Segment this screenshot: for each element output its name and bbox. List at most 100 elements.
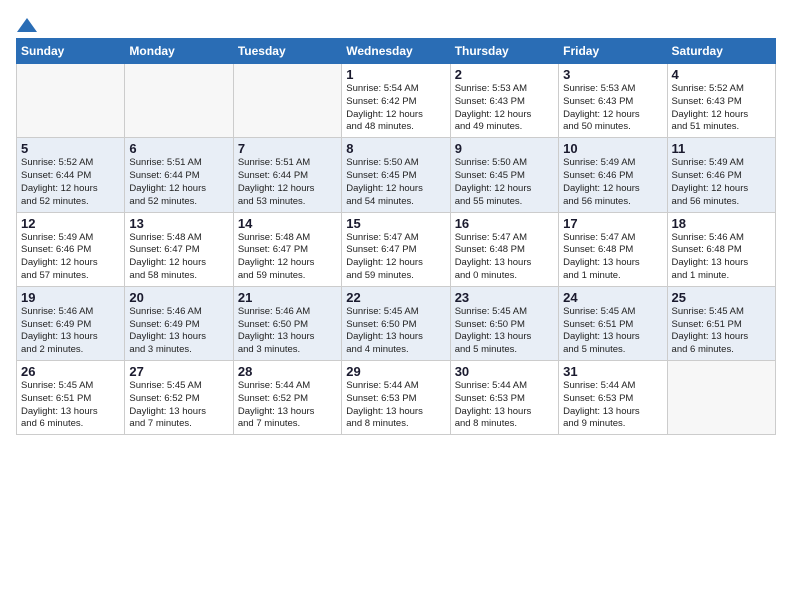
day-detail: Sunrise: 5:53 AMSunset: 6:43 PMDaylight:… <box>455 83 554 134</box>
day-number: 17 <box>563 216 662 231</box>
day-detail: Sunrise: 5:51 AMSunset: 6:44 PMDaylight:… <box>238 157 337 208</box>
day-number: 14 <box>238 216 337 231</box>
day-detail: Sunrise: 5:45 AMSunset: 6:51 PMDaylight:… <box>563 306 662 357</box>
day-number: 19 <box>21 290 120 305</box>
calendar-week-row: 26Sunrise: 5:45 AMSunset: 6:51 PMDayligh… <box>17 361 776 435</box>
day-detail: Sunrise: 5:52 AMSunset: 6:43 PMDaylight:… <box>672 83 771 134</box>
day-number: 31 <box>563 364 662 379</box>
calendar-cell: 24Sunrise: 5:45 AMSunset: 6:51 PMDayligh… <box>559 286 667 360</box>
calendar-cell: 20Sunrise: 5:46 AMSunset: 6:49 PMDayligh… <box>125 286 233 360</box>
day-number: 24 <box>563 290 662 305</box>
day-detail: Sunrise: 5:46 AMSunset: 6:49 PMDaylight:… <box>129 306 228 357</box>
day-number: 30 <box>455 364 554 379</box>
calendar-cell: 15Sunrise: 5:47 AMSunset: 6:47 PMDayligh… <box>342 212 450 286</box>
day-number: 13 <box>129 216 228 231</box>
calendar-week-row: 19Sunrise: 5:46 AMSunset: 6:49 PMDayligh… <box>17 286 776 360</box>
day-number: 16 <box>455 216 554 231</box>
calendar-cell: 30Sunrise: 5:44 AMSunset: 6:53 PMDayligh… <box>450 361 558 435</box>
calendar-cell: 26Sunrise: 5:45 AMSunset: 6:51 PMDayligh… <box>17 361 125 435</box>
day-detail: Sunrise: 5:46 AMSunset: 6:50 PMDaylight:… <box>238 306 337 357</box>
calendar-cell: 27Sunrise: 5:45 AMSunset: 6:52 PMDayligh… <box>125 361 233 435</box>
calendar-cell <box>233 64 341 138</box>
calendar-cell: 4Sunrise: 5:52 AMSunset: 6:43 PMDaylight… <box>667 64 775 138</box>
day-number: 21 <box>238 290 337 305</box>
calendar-cell <box>667 361 775 435</box>
calendar-cell: 31Sunrise: 5:44 AMSunset: 6:53 PMDayligh… <box>559 361 667 435</box>
logo <box>16 16 37 30</box>
weekday-header-friday: Friday <box>559 39 667 64</box>
day-detail: Sunrise: 5:47 AMSunset: 6:48 PMDaylight:… <box>455 232 554 283</box>
day-detail: Sunrise: 5:44 AMSunset: 6:53 PMDaylight:… <box>455 380 554 431</box>
day-number: 2 <box>455 67 554 82</box>
calendar-cell: 7Sunrise: 5:51 AMSunset: 6:44 PMDaylight… <box>233 138 341 212</box>
day-number: 1 <box>346 67 445 82</box>
day-detail: Sunrise: 5:51 AMSunset: 6:44 PMDaylight:… <box>129 157 228 208</box>
page: SundayMondayTuesdayWednesdayThursdayFrid… <box>0 0 792 612</box>
calendar-cell: 23Sunrise: 5:45 AMSunset: 6:50 PMDayligh… <box>450 286 558 360</box>
weekday-header-row: SundayMondayTuesdayWednesdayThursdayFrid… <box>17 39 776 64</box>
calendar-cell: 5Sunrise: 5:52 AMSunset: 6:44 PMDaylight… <box>17 138 125 212</box>
day-number: 15 <box>346 216 445 231</box>
day-detail: Sunrise: 5:48 AMSunset: 6:47 PMDaylight:… <box>129 232 228 283</box>
day-number: 4 <box>672 67 771 82</box>
day-detail: Sunrise: 5:46 AMSunset: 6:48 PMDaylight:… <box>672 232 771 283</box>
calendar-cell: 9Sunrise: 5:50 AMSunset: 6:45 PMDaylight… <box>450 138 558 212</box>
day-number: 25 <box>672 290 771 305</box>
day-detail: Sunrise: 5:44 AMSunset: 6:52 PMDaylight:… <box>238 380 337 431</box>
calendar-cell: 21Sunrise: 5:46 AMSunset: 6:50 PMDayligh… <box>233 286 341 360</box>
day-number: 26 <box>21 364 120 379</box>
weekday-header-sunday: Sunday <box>17 39 125 64</box>
calendar-cell: 18Sunrise: 5:46 AMSunset: 6:48 PMDayligh… <box>667 212 775 286</box>
day-number: 10 <box>563 141 662 156</box>
calendar-cell: 10Sunrise: 5:49 AMSunset: 6:46 PMDayligh… <box>559 138 667 212</box>
day-detail: Sunrise: 5:44 AMSunset: 6:53 PMDaylight:… <box>346 380 445 431</box>
day-detail: Sunrise: 5:45 AMSunset: 6:51 PMDaylight:… <box>21 380 120 431</box>
day-number: 22 <box>346 290 445 305</box>
day-number: 27 <box>129 364 228 379</box>
day-number: 18 <box>672 216 771 231</box>
day-number: 12 <box>21 216 120 231</box>
day-detail: Sunrise: 5:46 AMSunset: 6:49 PMDaylight:… <box>21 306 120 357</box>
calendar-cell: 17Sunrise: 5:47 AMSunset: 6:48 PMDayligh… <box>559 212 667 286</box>
calendar-cell: 14Sunrise: 5:48 AMSunset: 6:47 PMDayligh… <box>233 212 341 286</box>
day-number: 28 <box>238 364 337 379</box>
day-detail: Sunrise: 5:48 AMSunset: 6:47 PMDaylight:… <box>238 232 337 283</box>
calendar-week-row: 12Sunrise: 5:49 AMSunset: 6:46 PMDayligh… <box>17 212 776 286</box>
day-detail: Sunrise: 5:50 AMSunset: 6:45 PMDaylight:… <box>346 157 445 208</box>
day-detail: Sunrise: 5:47 AMSunset: 6:47 PMDaylight:… <box>346 232 445 283</box>
calendar-cell: 16Sunrise: 5:47 AMSunset: 6:48 PMDayligh… <box>450 212 558 286</box>
day-detail: Sunrise: 5:50 AMSunset: 6:45 PMDaylight:… <box>455 157 554 208</box>
weekday-header-monday: Monday <box>125 39 233 64</box>
calendar-cell: 19Sunrise: 5:46 AMSunset: 6:49 PMDayligh… <box>17 286 125 360</box>
logo-icon <box>17 16 37 34</box>
calendar-cell: 1Sunrise: 5:54 AMSunset: 6:42 PMDaylight… <box>342 64 450 138</box>
day-detail: Sunrise: 5:49 AMSunset: 6:46 PMDaylight:… <box>563 157 662 208</box>
day-number: 3 <box>563 67 662 82</box>
header <box>16 16 776 30</box>
calendar-cell: 11Sunrise: 5:49 AMSunset: 6:46 PMDayligh… <box>667 138 775 212</box>
calendar-cell <box>125 64 233 138</box>
calendar-week-row: 1Sunrise: 5:54 AMSunset: 6:42 PMDaylight… <box>17 64 776 138</box>
calendar-cell: 8Sunrise: 5:50 AMSunset: 6:45 PMDaylight… <box>342 138 450 212</box>
day-number: 11 <box>672 141 771 156</box>
calendar-week-row: 5Sunrise: 5:52 AMSunset: 6:44 PMDaylight… <box>17 138 776 212</box>
calendar-cell: 2Sunrise: 5:53 AMSunset: 6:43 PMDaylight… <box>450 64 558 138</box>
day-number: 23 <box>455 290 554 305</box>
day-detail: Sunrise: 5:45 AMSunset: 6:52 PMDaylight:… <box>129 380 228 431</box>
logo-block <box>16 16 37 34</box>
day-number: 5 <box>21 141 120 156</box>
day-detail: Sunrise: 5:45 AMSunset: 6:50 PMDaylight:… <box>346 306 445 357</box>
day-number: 20 <box>129 290 228 305</box>
weekday-header-wednesday: Wednesday <box>342 39 450 64</box>
day-detail: Sunrise: 5:49 AMSunset: 6:46 PMDaylight:… <box>672 157 771 208</box>
day-number: 29 <box>346 364 445 379</box>
day-detail: Sunrise: 5:52 AMSunset: 6:44 PMDaylight:… <box>21 157 120 208</box>
weekday-header-tuesday: Tuesday <box>233 39 341 64</box>
calendar-cell: 3Sunrise: 5:53 AMSunset: 6:43 PMDaylight… <box>559 64 667 138</box>
calendar-cell: 29Sunrise: 5:44 AMSunset: 6:53 PMDayligh… <box>342 361 450 435</box>
day-number: 6 <box>129 141 228 156</box>
day-detail: Sunrise: 5:45 AMSunset: 6:51 PMDaylight:… <box>672 306 771 357</box>
day-number: 9 <box>455 141 554 156</box>
calendar-cell: 12Sunrise: 5:49 AMSunset: 6:46 PMDayligh… <box>17 212 125 286</box>
calendar-table: SundayMondayTuesdayWednesdayThursdayFrid… <box>16 38 776 435</box>
